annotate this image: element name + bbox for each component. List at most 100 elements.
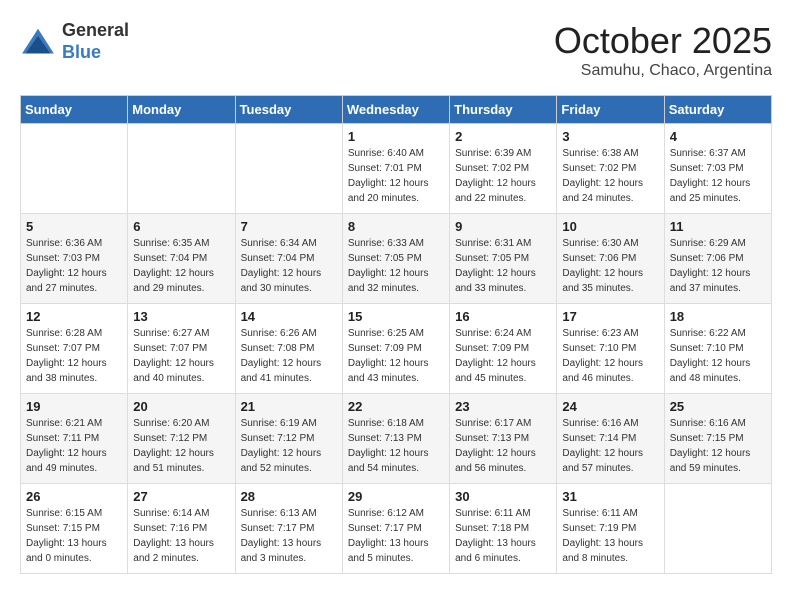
title-block: October 2025 Samuhu, Chaco, Argentina	[554, 20, 772, 80]
day-number: 25	[670, 399, 766, 414]
weekday-header-monday: Monday	[128, 96, 235, 124]
day-number: 14	[241, 309, 337, 324]
calendar-cell: 29Sunrise: 6:12 AMSunset: 7:17 PMDayligh…	[342, 484, 449, 574]
calendar-cell: 28 Sunrise: 6:13 AMSunset: 7:17 PMDayligh…	[235, 484, 342, 574]
day-info: Sunrise: 6:20 AMSunset: 7:12 PMDaylight:…	[133, 416, 229, 476]
day-info: Sunrise: 6:40 AMSunset: 7:01 PMDaylight:…	[348, 146, 444, 206]
location: Samuhu, Chaco, Argentina	[554, 62, 772, 80]
day-info: Sunrise: 6:14 AMSunset: 7:16 PMDaylight:…	[133, 506, 229, 566]
calendar-cell: 16Sunrise: 6:24 AMSunset: 7:09 PMDayligh…	[450, 304, 557, 394]
calendar-cell: 21 Sunrise: 6:19 AMSunset: 7:12 PMDayligh…	[235, 394, 342, 484]
calendar-cell: 15 Sunrise: 6:25 AMSunset: 7:09 PMDayligh…	[342, 304, 449, 394]
month-title: October 2025	[554, 20, 772, 62]
weekday-header-saturday: Saturday	[664, 96, 771, 124]
day-info: Sunrise: 6:21 AMSunset: 7:11 PMDaylight:…	[26, 416, 122, 476]
day-info: Sunrise: 6:31 AMSunset: 7:05 PMDaylight:…	[455, 236, 551, 296]
day-info: Sunrise: 6:30 AMSunset: 7:06 PMDaylight:…	[562, 236, 658, 296]
day-number: 3	[562, 129, 658, 144]
day-info: Sunrise: 6:38 AMSunset: 7:02 PMDaylight:…	[562, 146, 658, 206]
day-info: Sunrise: 6:16 AMSunset: 7:14 PMDaylight:…	[562, 416, 658, 476]
day-info: Sunrise: 6:17 AMSunset: 7:13 PMDaylight:…	[455, 416, 551, 476]
logo: General Blue	[20, 20, 129, 63]
day-number: 29	[348, 489, 444, 504]
calendar-cell: 6 Sunrise: 6:35 AMSunset: 7:04 PMDaylight…	[128, 214, 235, 304]
day-info: Sunrise: 6:13 AMSunset: 7:17 PMDaylight:…	[241, 506, 337, 566]
day-info: Sunrise: 6:37 AMSunset: 7:03 PMDaylight:…	[670, 146, 766, 206]
day-info: Sunrise: 6:28 AMSunset: 7:07 PMDaylight:…	[26, 326, 122, 386]
calendar-week-row: 19 Sunrise: 6:21 AMSunset: 7:11 PMDayligh…	[21, 394, 772, 484]
day-number: 1	[348, 129, 444, 144]
calendar-cell: 19 Sunrise: 6:21 AMSunset: 7:11 PMDayligh…	[21, 394, 128, 484]
day-info: Sunrise: 6:29 AMSunset: 7:06 PMDaylight:…	[670, 236, 766, 296]
day-info: Sunrise: 6:16 AMSunset: 7:15 PMDaylight:…	[670, 416, 766, 476]
calendar-cell: 25 Sunrise: 6:16 AMSunset: 7:15 PMDayligh…	[664, 394, 771, 484]
calendar-cell: 3 Sunrise: 6:38 AMSunset: 7:02 PMDaylight…	[557, 124, 664, 214]
day-number: 12	[26, 309, 122, 324]
calendar-cell: 8Sunrise: 6:33 AMSunset: 7:05 PMDaylight…	[342, 214, 449, 304]
calendar-cell: 23 Sunrise: 6:17 AMSunset: 7:13 PMDayligh…	[450, 394, 557, 484]
day-info: Sunrise: 6:18 AMSunset: 7:13 PMDaylight:…	[348, 416, 444, 476]
day-number: 30	[455, 489, 551, 504]
day-number: 28	[241, 489, 337, 504]
day-number: 19	[26, 399, 122, 414]
day-number: 17	[562, 309, 658, 324]
calendar-cell: 5 Sunrise: 6:36 AMSunset: 7:03 PMDaylight…	[21, 214, 128, 304]
day-info: Sunrise: 6:27 AMSunset: 7:07 PMDaylight:…	[133, 326, 229, 386]
calendar-cell: 31 Sunrise: 6:11 AMSunset: 7:19 PMDayligh…	[557, 484, 664, 574]
day-number: 24	[562, 399, 658, 414]
day-info: Sunrise: 6:23 AMSunset: 7:10 PMDaylight:…	[562, 326, 658, 386]
calendar-cell: 13 Sunrise: 6:27 AMSunset: 7:07 PMDayligh…	[128, 304, 235, 394]
calendar-week-row: 1 Sunrise: 6:40 AMSunset: 7:01 PMDaylight…	[21, 124, 772, 214]
day-info: Sunrise: 6:22 AMSunset: 7:10 PMDaylight:…	[670, 326, 766, 386]
weekday-header-tuesday: Tuesday	[235, 96, 342, 124]
day-info: Sunrise: 6:36 AMSunset: 7:03 PMDaylight:…	[26, 236, 122, 296]
calendar-cell: 18 Sunrise: 6:22 AMSunset: 7:10 PMDayligh…	[664, 304, 771, 394]
page-header: General Blue October 2025 Samuhu, Chaco,…	[20, 20, 772, 80]
day-number: 2	[455, 129, 551, 144]
logo-icon	[20, 27, 56, 57]
calendar-cell: 20 Sunrise: 6:20 AMSunset: 7:12 PMDayligh…	[128, 394, 235, 484]
calendar-cell: 1 Sunrise: 6:40 AMSunset: 7:01 PMDaylight…	[342, 124, 449, 214]
day-number: 6	[133, 219, 229, 234]
day-number: 23	[455, 399, 551, 414]
calendar-cell: 26 Sunrise: 6:15 AMSunset: 7:15 PMDayligh…	[21, 484, 128, 574]
logo-text: General Blue	[62, 20, 129, 63]
calendar-cell: 27 Sunrise: 6:14 AMSunset: 7:16 PMDayligh…	[128, 484, 235, 574]
day-number: 7	[241, 219, 337, 234]
calendar-cell: 7 Sunrise: 6:34 AMSunset: 7:04 PMDaylight…	[235, 214, 342, 304]
day-number: 20	[133, 399, 229, 414]
day-info: Sunrise: 6:35 AMSunset: 7:04 PMDaylight:…	[133, 236, 229, 296]
day-number: 31	[562, 489, 658, 504]
calendar-cell: 9Sunrise: 6:31 AMSunset: 7:05 PMDaylight…	[450, 214, 557, 304]
day-number: 5	[26, 219, 122, 234]
day-info: Sunrise: 6:15 AMSunset: 7:15 PMDaylight:…	[26, 506, 122, 566]
calendar-cell: 10 Sunrise: 6:30 AMSunset: 7:06 PMDayligh…	[557, 214, 664, 304]
day-number: 21	[241, 399, 337, 414]
day-info: Sunrise: 6:24 AMSunset: 7:09 PMDaylight:…	[455, 326, 551, 386]
day-info: Sunrise: 6:33 AMSunset: 7:05 PMDaylight:…	[348, 236, 444, 296]
calendar-cell: 22 Sunrise: 6:18 AMSunset: 7:13 PMDayligh…	[342, 394, 449, 484]
day-info: Sunrise: 6:39 AMSunset: 7:02 PMDaylight:…	[455, 146, 551, 206]
calendar-table: SundayMondayTuesdayWednesdayThursdayFrid…	[20, 95, 772, 574]
weekday-header-wednesday: Wednesday	[342, 96, 449, 124]
day-number: 10	[562, 219, 658, 234]
calendar-cell: 14Sunrise: 6:26 AMSunset: 7:08 PMDayligh…	[235, 304, 342, 394]
calendar-cell: 30 Sunrise: 6:11 AMSunset: 7:18 PMDayligh…	[450, 484, 557, 574]
calendar-cell: 4Sunrise: 6:37 AMSunset: 7:03 PMDaylight…	[664, 124, 771, 214]
weekday-header-row: SundayMondayTuesdayWednesdayThursdayFrid…	[21, 96, 772, 124]
weekday-header-friday: Friday	[557, 96, 664, 124]
day-number: 15	[348, 309, 444, 324]
calendar-week-row: 26 Sunrise: 6:15 AMSunset: 7:15 PMDayligh…	[21, 484, 772, 574]
day-info: Sunrise: 6:11 AMSunset: 7:18 PMDaylight:…	[455, 506, 551, 566]
day-number: 22	[348, 399, 444, 414]
day-number: 18	[670, 309, 766, 324]
day-info: Sunrise: 6:25 AMSunset: 7:09 PMDaylight:…	[348, 326, 444, 386]
day-number: 13	[133, 309, 229, 324]
day-info: Sunrise: 6:11 AMSunset: 7:19 PMDaylight:…	[562, 506, 658, 566]
day-info: Sunrise: 6:19 AMSunset: 7:12 PMDaylight:…	[241, 416, 337, 476]
day-info: Sunrise: 6:34 AMSunset: 7:04 PMDaylight:…	[241, 236, 337, 296]
day-number: 26	[26, 489, 122, 504]
calendar-cell	[128, 124, 235, 214]
calendar-week-row: 12 Sunrise: 6:28 AMSunset: 7:07 PMDayligh…	[21, 304, 772, 394]
day-number: 27	[133, 489, 229, 504]
